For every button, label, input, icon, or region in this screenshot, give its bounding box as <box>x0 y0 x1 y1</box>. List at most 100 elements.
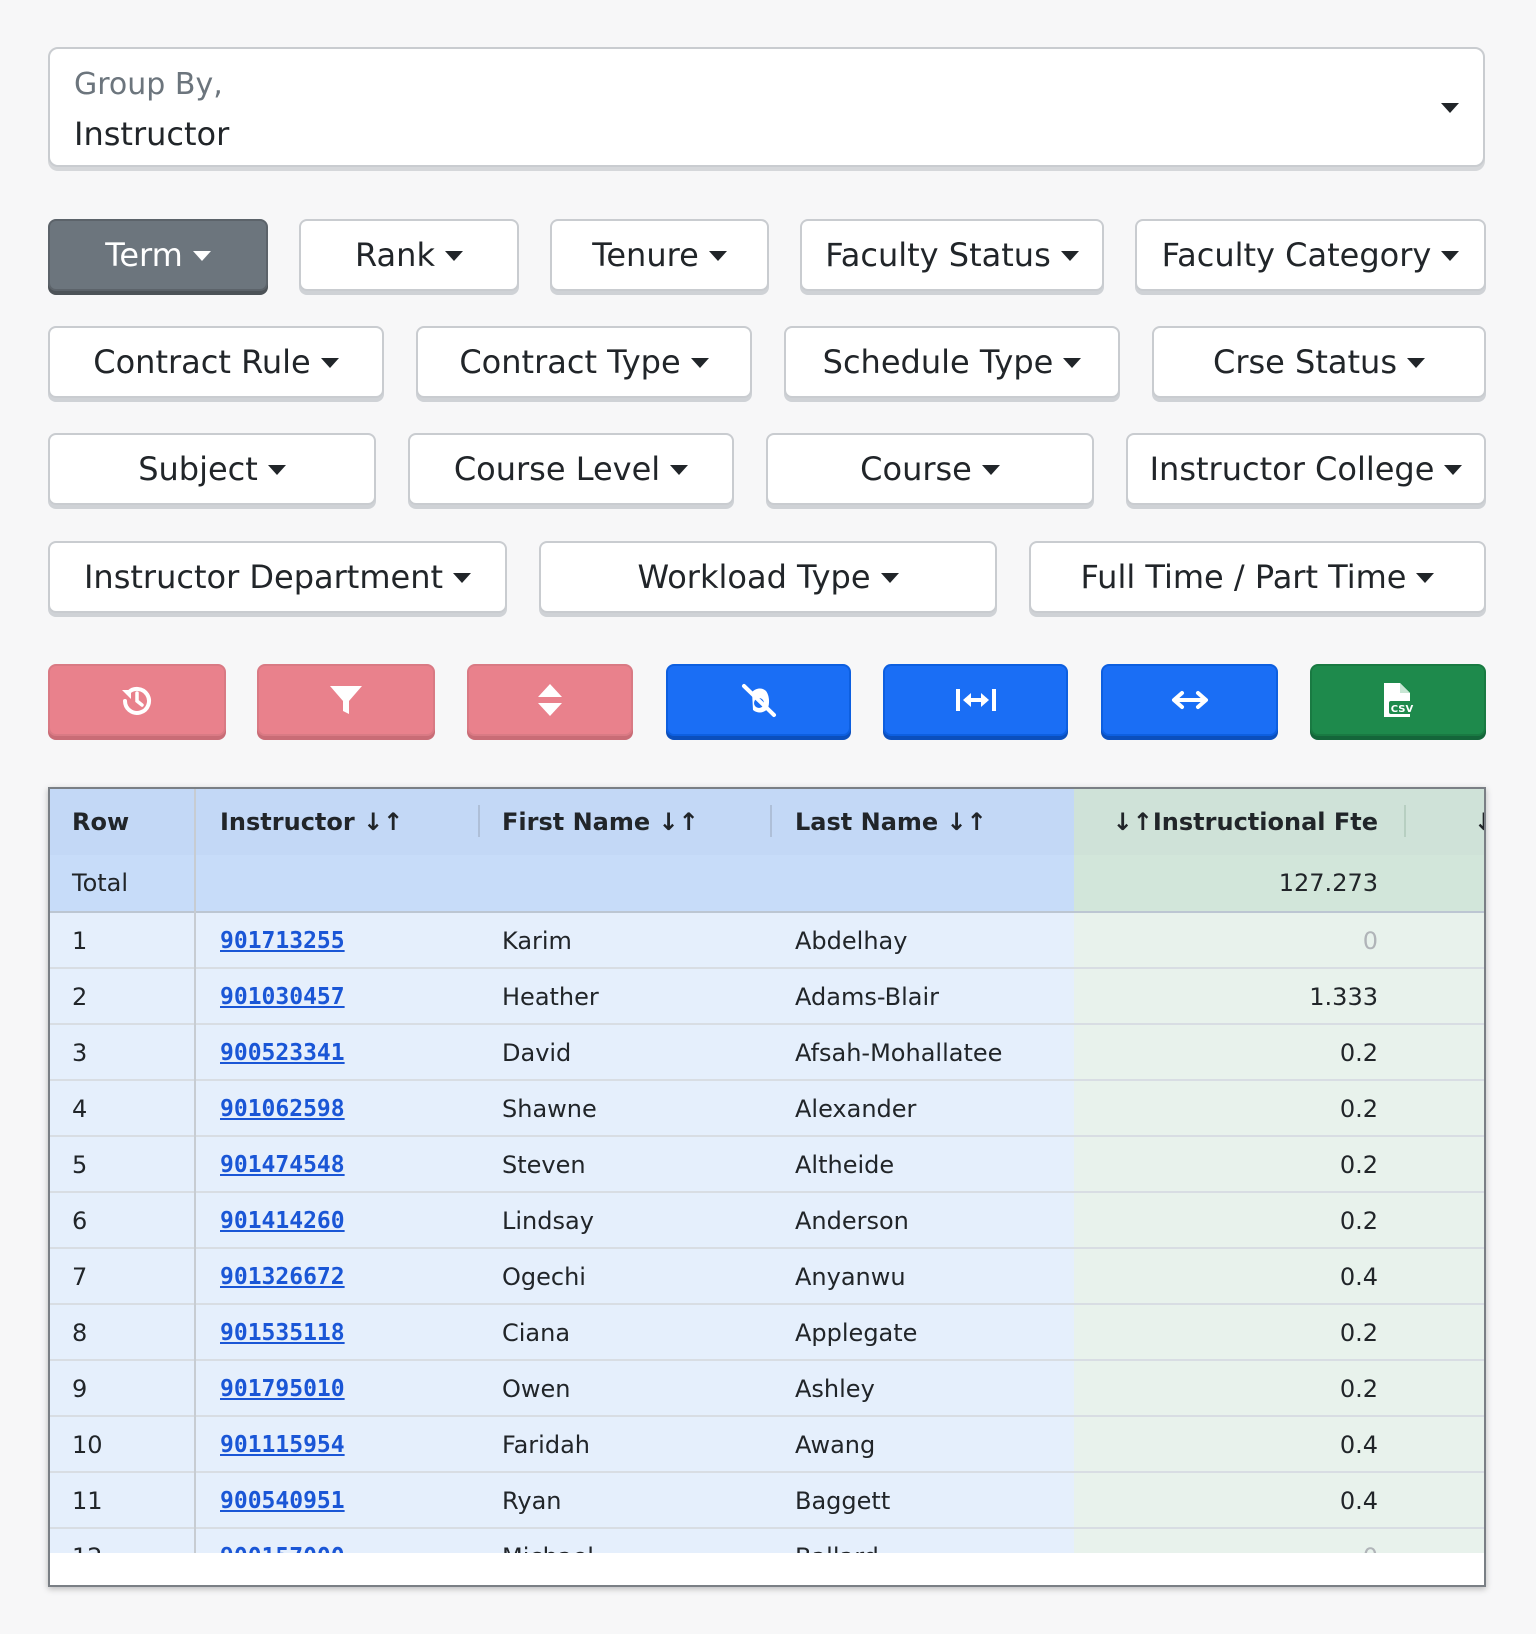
table-row: 8 901535118 Ciana Applegate 0.2 <box>50 1305 1484 1361</box>
header-instructional-fte[interactable]: ↓↑Instructional Fte <box>1113 789 1378 855</box>
filter-course-label: Course <box>860 450 972 488</box>
instructor-id[interactable]: 901062598 <box>220 1096 345 1122</box>
chevron-down-icon <box>1441 103 1459 113</box>
instructor-id-link[interactable]: 901115954 <box>220 1417 345 1473</box>
svg-text:CSV: CSV <box>1391 704 1414 715</box>
fte-cell: 0.2 <box>1339 1207 1378 1235</box>
filter-rank-button[interactable]: Rank <box>299 219 519 291</box>
clear-filters-button[interactable] <box>257 664 435 736</box>
instructor-id[interactable]: 901474548 <box>220 1152 345 1178</box>
table-row: 3 900523341 David Afsah-Mohallatee 0.2 <box>50 1025 1484 1081</box>
instructor-id[interactable]: 901535118 <box>220 1320 345 1346</box>
filter-full-time-part-time-label: Full Time / Part Time <box>1080 558 1407 596</box>
filter-faculty-status-button[interactable]: Faculty Status <box>800 219 1104 291</box>
filter-workload-type-label: Workload Type <box>637 558 871 596</box>
instructor-id[interactable]: 900523341 <box>220 1040 345 1066</box>
filter-schedule-type-button[interactable]: Schedule Type <box>784 326 1120 398</box>
caret-down-icon <box>267 465 286 475</box>
row-number: 10 <box>72 1431 103 1459</box>
reset-history-button[interactable] <box>48 664 226 736</box>
sort-button[interactable] <box>467 664 633 736</box>
instructor-id-link[interactable]: 901062598 <box>220 1081 345 1137</box>
last-name-cell: Applegate <box>795 1319 918 1347</box>
instructor-id-link[interactable]: 901713255 <box>220 913 345 969</box>
instructor-id[interactable]: 901030457 <box>220 984 345 1010</box>
filter-course-button[interactable]: Course <box>766 433 1094 505</box>
header-row[interactable]: Row <box>72 789 129 855</box>
filter-course-level-button[interactable]: Course Level <box>408 433 734 505</box>
instructor-id[interactable]: 901713255 <box>220 928 345 954</box>
caret-down-icon <box>444 251 463 261</box>
instructor-id-link[interactable]: 901030457 <box>220 969 345 1025</box>
fte-cell: 0 <box>1362 927 1378 955</box>
table-row: 7 901326672 Ogechi Anyanwu 0.4 <box>50 1249 1484 1305</box>
table-row: 1 901713255 Karim Abdelhay 0 <box>50 913 1484 969</box>
instructor-id-link[interactable]: 901326672 <box>220 1249 345 1305</box>
hide-columns-button[interactable] <box>666 664 851 736</box>
grid-footer <box>50 1553 1484 1585</box>
fte-cell: 0.4 <box>1339 1487 1378 1515</box>
total-row: Total 127.273 <box>50 855 1484 911</box>
export-csv-button[interactable]: CSV <box>1310 664 1486 736</box>
caret-down-icon <box>981 465 1000 475</box>
instructor-id[interactable]: 900540951 <box>220 1488 345 1514</box>
instructor-id[interactable]: 901414260 <box>220 1208 345 1234</box>
total-label: Total <box>72 869 129 897</box>
fit-columns-button[interactable] <box>883 664 1068 736</box>
filter-tenure-button[interactable]: Tenure <box>550 219 769 291</box>
filter-contract-rule-button[interactable]: Contract Rule <box>48 326 384 398</box>
header-last-name[interactable]: Last Name ↓↑ <box>795 789 987 855</box>
header-instructor[interactable]: Instructor ↓↑ <box>220 789 403 855</box>
filter-instructor-department-button[interactable]: Instructor Department <box>48 541 507 613</box>
first-name-cell: Heather <box>502 983 599 1011</box>
caret-down-icon <box>1416 573 1435 583</box>
expand-columns-button[interactable] <box>1101 664 1278 736</box>
instructor-id[interactable]: 901795010 <box>220 1376 345 1402</box>
first-name-cell: Ogechi <box>502 1263 586 1291</box>
last-name-cell: Alexander <box>795 1095 917 1123</box>
row-number: 6 <box>72 1207 88 1235</box>
last-name-cell: Ashley <box>795 1375 875 1403</box>
filter-crse-status-button[interactable]: Crse Status <box>1152 326 1486 398</box>
last-name-cell: Anderson <box>795 1207 909 1235</box>
instructor-id-link[interactable]: 900523341 <box>220 1025 345 1081</box>
row-number: 11 <box>72 1487 103 1515</box>
fte-cell: 1.333 <box>1309 983 1378 1011</box>
eye-slash-icon <box>741 684 776 717</box>
instructor-id-link[interactable]: 901795010 <box>220 1361 345 1417</box>
fte-cell: 0.2 <box>1339 1039 1378 1067</box>
table-row: 5 901474548 Steven Altheide 0.2 <box>50 1137 1484 1193</box>
filter-subject-button[interactable]: Subject <box>48 433 376 505</box>
filter-workload-type-button[interactable]: Workload Type <box>539 541 997 613</box>
filter-instructor-college-button[interactable]: Instructor College <box>1126 433 1486 505</box>
filter-term-button[interactable]: Term <box>48 219 268 291</box>
first-name-cell: David <box>502 1039 572 1067</box>
filter-contract-type-button[interactable]: Contract Type <box>416 326 752 398</box>
row-number: 1 <box>72 927 88 955</box>
instructor-id[interactable]: 901115954 <box>220 1432 345 1458</box>
instructor-id-link[interactable]: 901535118 <box>220 1305 345 1361</box>
csv-file-icon: CSV <box>1384 683 1415 717</box>
filter-tenure-label: Tenure <box>592 236 699 274</box>
row-number: 5 <box>72 1151 88 1179</box>
instructor-id-link[interactable]: 901414260 <box>220 1193 345 1249</box>
group-by-label: Group By, <box>74 67 223 102</box>
last-name-cell: Anyanwu <box>795 1263 906 1291</box>
sort-icon <box>538 684 562 716</box>
filter-contract-type-label: Contract Type <box>459 343 681 381</box>
instructor-id-link[interactable]: 900540951 <box>220 1473 345 1529</box>
instructor-id-link[interactable]: 901474548 <box>220 1137 345 1193</box>
row-number: 4 <box>72 1095 88 1123</box>
caret-down-icon <box>1441 251 1460 261</box>
table-row: 4 901062598 Shawne Alexander 0.2 <box>50 1081 1484 1137</box>
filter-faculty-category-button[interactable]: Faculty Category <box>1135 219 1486 291</box>
group-by-select[interactable]: Group By, Instructor <box>48 47 1485 167</box>
group-by-value: Instructor <box>74 115 230 153</box>
instructor-id[interactable]: 901326672 <box>220 1264 345 1290</box>
first-name-cell: Ciana <box>502 1319 571 1347</box>
header-next-column[interactable]: ↓ <box>1474 789 1484 855</box>
caret-down-icon <box>1060 251 1079 261</box>
header-first-name[interactable]: First Name ↓↑ <box>502 789 699 855</box>
filter-full-time-part-time-button[interactable]: Full Time / Part Time <box>1029 541 1486 613</box>
first-name-cell: Lindsay <box>502 1207 594 1235</box>
